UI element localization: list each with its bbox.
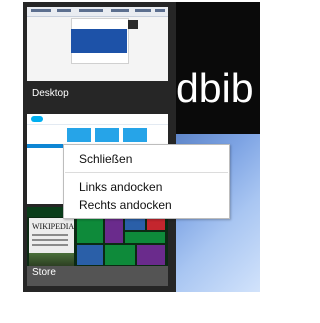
store-tile [105,219,123,243]
toolbar-mark [155,9,165,12]
skype-thumbnail-tile [95,128,119,142]
skype-thumbnail-tile [123,128,147,142]
store-tile [77,219,103,243]
skype-thumbnail-tile [67,128,91,142]
store-tile [125,232,165,243]
app-switcher-screen: dbib Desktop Sky WIKIPEDIA Store Schließ… [0,0,260,323]
skype-thumbnail-header [27,114,168,125]
toolbar-mark [31,9,51,12]
toolbar-mark [57,9,71,12]
switcher-item-label: Store [32,267,56,278]
store-tile [125,219,145,230]
store-tile [77,245,103,265]
switcher-item-label: Sky [32,171,49,182]
context-menu: Schließen Links andocken Rechts andocken [63,144,230,219]
store-tile [147,219,165,230]
wiki-text-line [32,244,68,246]
wikipedia-title: WIKIPEDIA [32,222,75,231]
menu-item-snap-right[interactable]: Rechts andocken [64,197,229,213]
toolbar-mark [111,9,129,12]
switcher-item-label: Desktop [32,88,69,99]
menu-item-close[interactable]: Schließen [64,151,229,167]
toolbar-mark [79,9,103,12]
store-tile [105,245,135,265]
wiki-text-line [32,234,68,236]
desktop-thumbnail-dark-block [128,20,138,29]
store-tile [137,245,165,265]
menu-item-snap-left[interactable]: Links andocken [64,179,229,195]
switcher-item-desktop[interactable]: Desktop [27,7,168,107]
skype-logo-icon [31,116,43,122]
desktop-thumbnail-image [71,29,127,53]
toolbar-mark [135,9,151,12]
desktop-thumbnail [27,7,168,81]
menu-separator [65,172,228,173]
wiki-text-line [32,239,68,241]
start-screen-text: dbib [176,68,254,109]
